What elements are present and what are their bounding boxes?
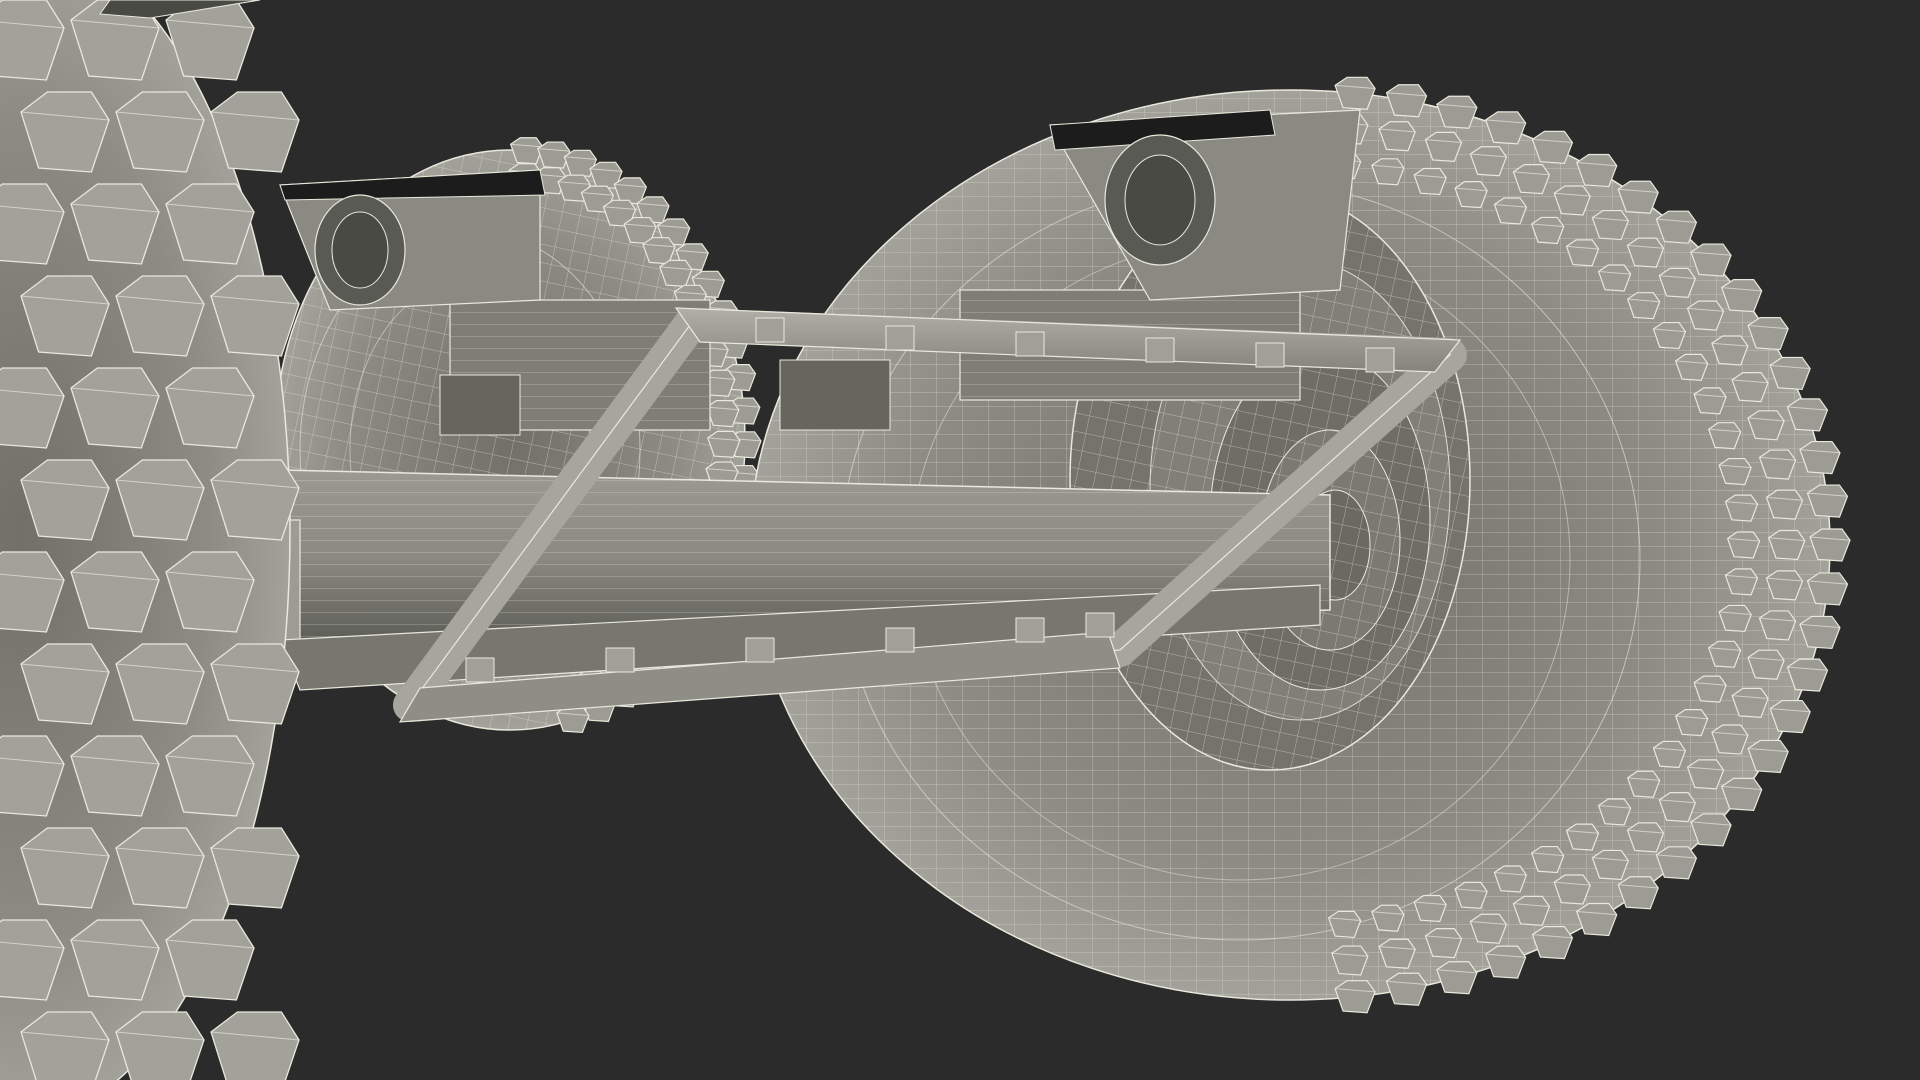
tire-lug — [1531, 926, 1574, 960]
tire-lug — [115, 1011, 205, 1080]
wireframe-render — [0, 0, 1851, 1080]
left-tire — [0, 0, 300, 1080]
frame-bolt — [1145, 337, 1175, 363]
tire-lug — [1436, 961, 1478, 995]
render-viewport — [0, 0, 1920, 1080]
tire-lug — [1484, 945, 1527, 979]
tire-lug — [1385, 972, 1428, 1006]
frame-bolt — [1365, 347, 1395, 373]
frame-bolt — [1015, 617, 1045, 643]
frame-bolt — [465, 657, 495, 683]
frame-bolt — [745, 637, 775, 663]
frame-bolt — [1085, 612, 1115, 638]
frame-bolt — [755, 317, 785, 343]
tire-lug — [210, 1011, 300, 1080]
tire-lug — [20, 1011, 110, 1080]
frame-bolt — [1255, 342, 1285, 368]
tire-lug — [1617, 876, 1659, 910]
frame-bolt — [885, 627, 915, 653]
frame-bolt — [1015, 331, 1045, 357]
tire-lug — [1334, 980, 1376, 1014]
frame-bolt — [885, 325, 915, 351]
frame-bolt — [605, 647, 635, 673]
tire-lug — [1576, 902, 1618, 937]
